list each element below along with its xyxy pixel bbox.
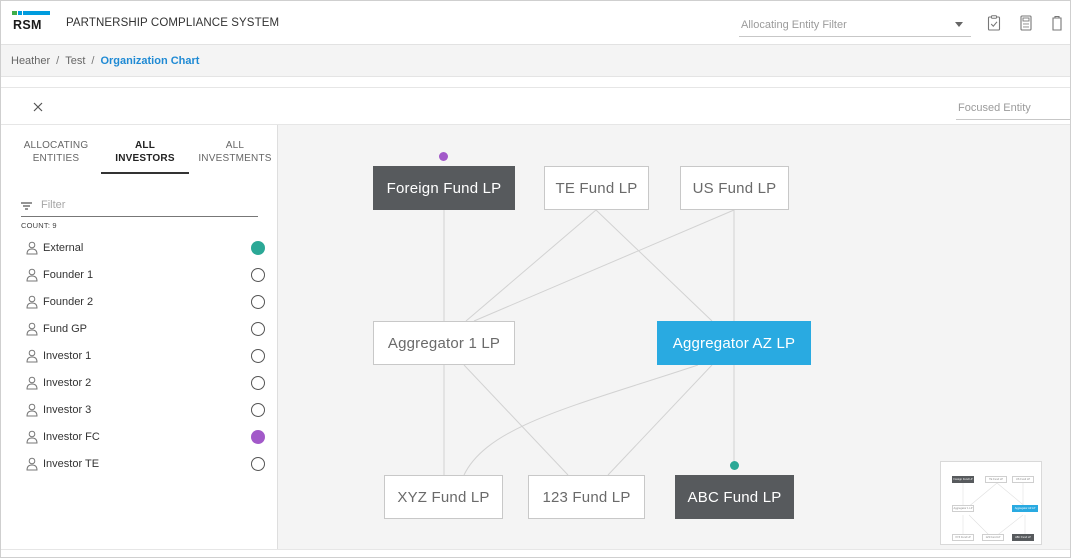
focused-entity-field[interactable]: Focused Entity xyxy=(956,96,1070,120)
investor-list-item[interactable]: Investor TE xyxy=(21,455,266,475)
tab-label-line1: ALL xyxy=(225,140,245,151)
investor-select-radio[interactable] xyxy=(251,268,265,282)
clipboard-icon[interactable] xyxy=(1050,15,1064,31)
tab-label-line1: ALL xyxy=(134,140,156,151)
investor-name: Founder 2 xyxy=(43,296,94,308)
minimap-node: Aggregator AZ LP xyxy=(1012,505,1038,512)
user-icon xyxy=(26,349,38,363)
tab-label-line2: INVESTORS xyxy=(115,153,175,164)
user-icon xyxy=(26,376,38,390)
user-icon xyxy=(26,322,38,336)
investor-select-radio[interactable] xyxy=(251,430,265,444)
tab-all-investors[interactable]: ALL INVESTORS xyxy=(101,139,189,165)
panel-toolbar: Focused Entity xyxy=(1,87,1070,125)
investor-name: Investor 3 xyxy=(43,404,92,416)
edge-agg1-123 xyxy=(463,364,569,476)
logo-bars xyxy=(12,11,50,15)
tab-label-line2: INVESTMENTS xyxy=(198,153,272,164)
investor-list-item[interactable]: Investor 3 xyxy=(21,401,266,421)
investor-select-radio[interactable] xyxy=(251,295,265,309)
investor-list-item[interactable]: External xyxy=(21,239,266,259)
node-xyz-fund-lp[interactable]: XYZ Fund LP xyxy=(384,475,503,519)
entity-filter-placeholder: Allocating Entity Filter xyxy=(741,19,847,31)
minimap-node: US Fund LP xyxy=(1012,476,1034,483)
app-title: PARTNERSHIP COMPLIANCE SYSTEM xyxy=(66,17,280,29)
investor-select-radio[interactable] xyxy=(251,322,265,336)
filter-placeholder: Filter xyxy=(41,199,66,211)
allocating-entity-filter[interactable]: Allocating Entity Filter xyxy=(739,11,971,37)
investor-name: Investor 1 xyxy=(43,350,92,362)
investor-count: COUNT: 9 xyxy=(21,221,57,230)
investor-fc-marker xyxy=(439,152,448,161)
investor-select-radio[interactable] xyxy=(251,376,265,390)
breadcrumb-separator: / xyxy=(91,55,95,67)
filter-icon xyxy=(21,202,32,210)
calculator-icon[interactable] xyxy=(1019,15,1033,31)
breadcrumb-bar: Heather / Test / Organization Chart xyxy=(1,45,1070,77)
investor-select-radio[interactable] xyxy=(251,457,265,471)
user-icon xyxy=(26,268,38,282)
tab-all-investments[interactable]: ALL INVESTMENTS xyxy=(195,139,275,165)
external-marker xyxy=(730,461,739,470)
breadcrumb: Heather / Test / Organization Chart xyxy=(11,55,199,67)
node-aggregator-az-lp[interactable]: Aggregator AZ LP xyxy=(657,321,811,365)
breadcrumb-item-heather[interactable]: Heather xyxy=(11,55,50,67)
minimap-node: ABC Fund LP xyxy=(1012,534,1034,541)
edge-aggaz-xyz xyxy=(463,364,699,476)
checklist-icon[interactable] xyxy=(987,15,1001,31)
investor-list-item[interactable]: Investor FC xyxy=(21,428,266,448)
user-icon xyxy=(26,430,38,444)
chart-minimap[interactable]: Foreign Fund LP TE Fund LP US Fund LP Ag… xyxy=(940,461,1042,545)
focused-entity-placeholder: Focused Entity xyxy=(958,102,1031,114)
node-te-fund-lp[interactable]: TE Fund LP xyxy=(544,166,649,210)
bottom-strip xyxy=(1,549,1070,557)
investor-name: Fund GP xyxy=(43,323,88,335)
edge-aggaz-123 xyxy=(607,364,713,476)
investor-select-radio[interactable] xyxy=(251,241,265,255)
sidebar: ALLOCATING ENTITIES ALL INVESTORS ALL IN… xyxy=(1,125,278,549)
breadcrumb-current: Organization Chart xyxy=(100,55,200,67)
minimap-node: Aggregator 1 LP xyxy=(952,505,974,512)
minimap-node: XYZ Fund LP xyxy=(952,534,974,541)
investor-name: Investor 2 xyxy=(43,377,92,389)
investor-list-item[interactable]: Founder 1 xyxy=(21,266,266,286)
investor-list-item[interactable]: Investor 2 xyxy=(21,374,266,394)
breadcrumb-item-test[interactable]: Test xyxy=(65,55,85,67)
logo-text: RSM xyxy=(13,18,42,32)
user-icon xyxy=(26,457,38,471)
user-icon xyxy=(26,241,38,255)
node-us-fund-lp[interactable]: US Fund LP xyxy=(680,166,789,210)
minimap-node: 123 Fund LP xyxy=(982,534,1004,541)
user-icon xyxy=(26,403,38,417)
node-foreign-fund-lp[interactable]: Foreign Fund LP xyxy=(373,166,515,210)
edge-te-agg1 xyxy=(465,209,597,322)
node-abc-fund-lp[interactable]: ABC Fund LP xyxy=(675,475,794,519)
investor-list-item[interactable]: Fund GP xyxy=(21,320,266,340)
rsm-logo[interactable]: RSM xyxy=(12,11,52,33)
minimap-node: Foreign Fund LP xyxy=(952,476,974,483)
investor-filter-input[interactable]: Filter xyxy=(21,197,258,217)
tab-label-line2: ENTITIES xyxy=(32,153,80,164)
investor-name: Investor FC xyxy=(43,431,100,443)
node-aggregator-1-lp[interactable]: Aggregator 1 LP xyxy=(373,321,515,365)
investor-name: Founder 1 xyxy=(43,269,94,281)
investor-select-radio[interactable] xyxy=(251,349,265,363)
chevron-down-icon[interactable] xyxy=(955,22,963,27)
investor-select-radio[interactable] xyxy=(251,403,265,417)
breadcrumb-separator: / xyxy=(56,55,60,67)
investor-list-item[interactable]: Investor 1 xyxy=(21,347,266,367)
tab-allocating-entities[interactable]: ALLOCATING ENTITIES xyxy=(19,139,93,165)
node-123-fund-lp[interactable]: 123 Fund LP xyxy=(528,475,645,519)
minimap-node: TE Fund LP xyxy=(985,476,1007,483)
investor-name: Investor TE xyxy=(43,458,100,470)
top-bar: RSM PARTNERSHIP COMPLIANCE SYSTEM Alloca… xyxy=(1,1,1070,45)
active-tab-indicator xyxy=(101,172,189,174)
user-icon xyxy=(26,295,38,309)
investor-name: External xyxy=(43,242,84,254)
investor-list-item[interactable]: Founder 2 xyxy=(21,293,266,313)
close-icon[interactable] xyxy=(31,100,45,114)
tab-label-line1: ALLOCATING xyxy=(23,140,89,151)
